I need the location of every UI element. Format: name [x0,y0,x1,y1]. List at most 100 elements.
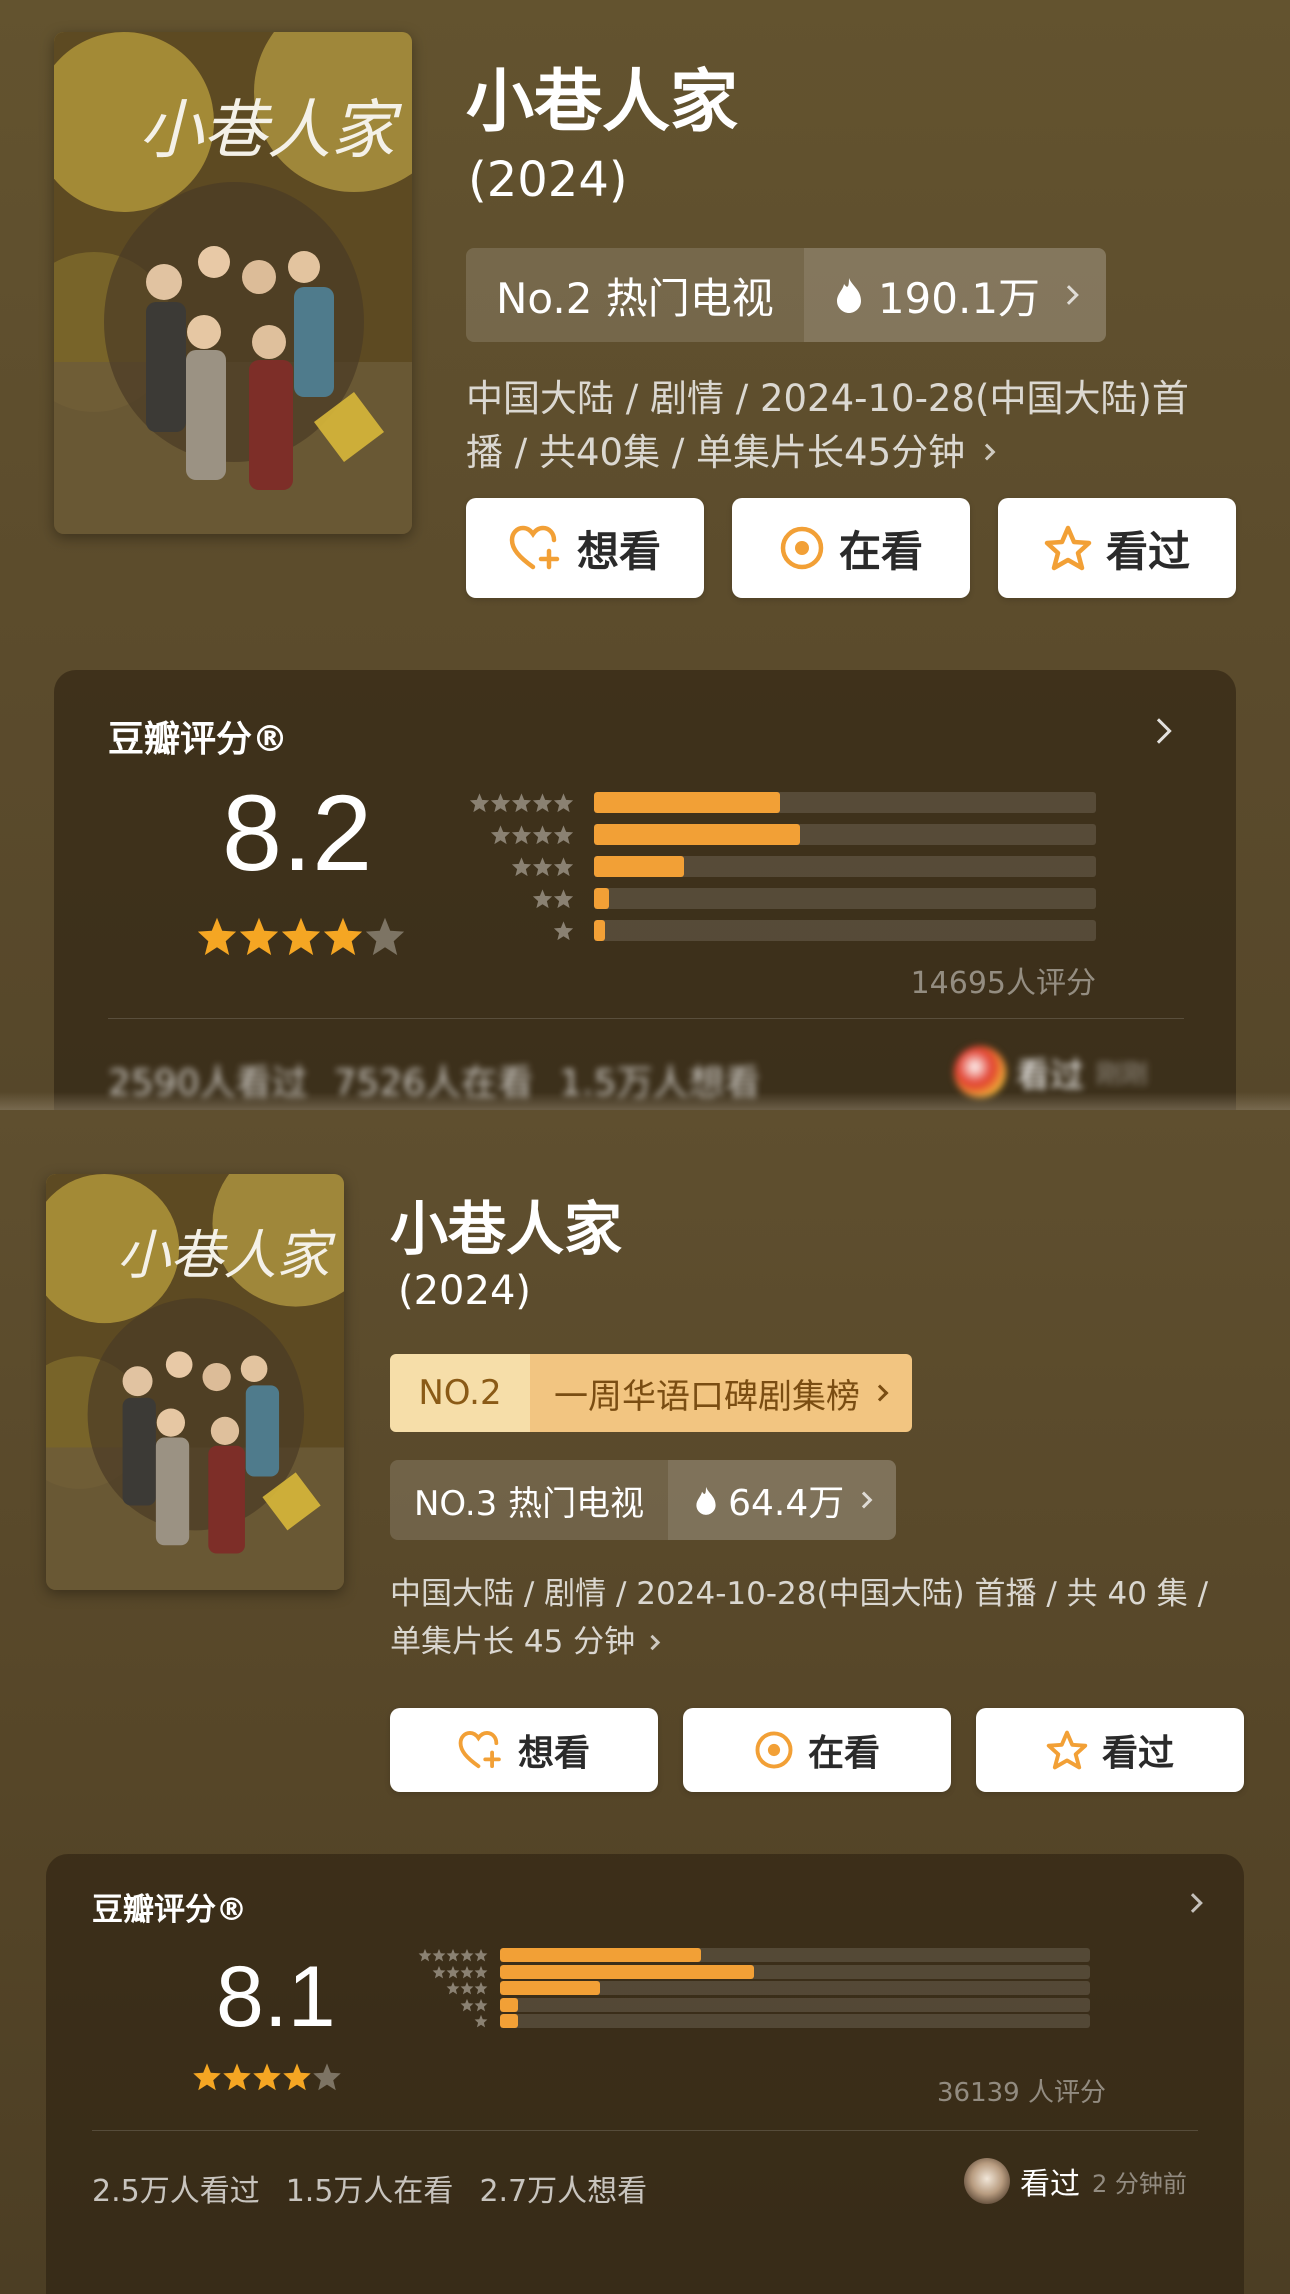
friend-activity[interactable]: 看过 2 分钟前 [964,2158,1187,2204]
badge-text-wrap: 一周华语口碑剧集榜 [530,1354,912,1432]
bar-fill [594,792,780,813]
star-level-label [450,888,574,909]
movie-meta[interactable]: 中国大陆 / 剧情 / 2024-10-28(中国大陆)首 播 / 共40集 /… [466,372,1256,479]
bar-fill [594,824,800,845]
friend-time: 2 分钟前 [1092,2169,1187,2198]
rating-title: 豆瓣评分® [108,719,289,760]
star-icon [282,2062,312,2095]
star-icon [532,857,553,877]
watched-button[interactable]: 看过 [998,498,1236,598]
meta-line-1: 中国大陆 / 剧情 / 2024-10-28(中国大陆) 首播 / 共 40 集… [390,1576,1209,1612]
bar-fill [500,1997,518,2012]
star-icon [511,793,532,813]
want-to-watch-button[interactable]: 想看 [466,498,704,598]
bar-track [594,792,1096,813]
svg-text:小巷人家: 小巷人家 [117,1225,337,1287]
rating-bar-5-star [384,1948,1090,1962]
poster-image[interactable]: 小巷人家 [54,32,412,534]
star-icon [322,916,364,960]
bar-fill [500,1981,601,1995]
rating-bar-3-star [450,856,1096,877]
star-icon [490,825,511,845]
release-year: (2024) [468,152,628,208]
chevron-right-icon [871,1384,889,1402]
watching-count[interactable]: 1.5万人在看 [286,2166,454,2210]
hot-tv-rank-pill[interactable]: No.2 热门电视 190.1万 [466,248,1107,342]
watched-button[interactable]: 看过 [976,1708,1244,1792]
watched-count[interactable]: 2.5万人看过 [92,2166,260,2210]
avatar [964,2158,1010,2204]
star-icon [553,857,574,877]
meta-line-1: 中国大陆 / 剧情 / 2024-10-28(中国大陆)首 [466,377,1189,420]
bar-track [594,888,1096,909]
bar-track [594,920,1096,941]
douban-rating-card[interactable]: 豆瓣评分® 8.2 14695人评分 2590人看过 7526人在看 1.5万人… [54,670,1236,1110]
bar-track [500,2014,1090,2028]
rating-title: 豆瓣评分® [92,1892,247,1928]
avatar [954,1046,1006,1098]
heart-plus-icon [458,1730,504,1770]
watching-label: 在看 [838,526,923,576]
watching-button[interactable]: 在看 [683,1708,951,1792]
star-icon [238,916,280,960]
star-icon [474,1998,488,2011]
star-icon [222,2062,252,2095]
rating-count: 36139 人评分 [937,2078,1106,2108]
bar-track [500,1964,1090,1979]
svg-text:小巷人家: 小巷人家 [139,94,403,168]
star-outline-icon [1044,525,1092,571]
star-icon [474,1965,488,1978]
want-count[interactable]: 2.7万人想看 [479,2166,647,2210]
rating-bar-2-star [384,1997,1090,2012]
divider [108,1018,1184,1019]
bar-fill [594,920,606,941]
watched-label: 看过 [1101,1733,1174,1774]
target-icon [779,525,825,571]
rank-label: No.2 热门电视 [496,273,774,323]
flame-icon [834,276,864,314]
rating-bar-4-star [384,1964,1090,1979]
star-icon [511,857,532,877]
star-icon [312,2062,342,2095]
friend-status: 看过 [1016,1055,1084,1096]
movie-title: 小巷人家 [466,63,739,142]
meta-line-2: 播 / 共40集 / 单集片长45分钟 [466,430,966,474]
poster-image[interactable]: 小巷人家 [46,1174,344,1590]
star-level-label [450,920,574,941]
chevron-right-icon[interactable] [1183,1893,1203,1913]
bar-track [594,824,1096,845]
hot-tv-rank-pill[interactable]: NO.3 热门电视 64.4万 [390,1460,897,1540]
bar-fill [500,2014,518,2028]
heart-plus-icon [509,525,563,571]
star-level-label [384,1981,488,1995]
chevron-right-icon[interactable] [1146,718,1172,744]
want-to-watch-button[interactable]: 想看 [390,1708,658,1792]
star-icon [280,916,322,960]
star-icon [460,1998,474,2011]
star-icon [553,793,574,813]
rating-bar-5-star [450,792,1096,813]
star-icon [469,793,490,813]
watching-button[interactable]: 在看 [732,498,970,598]
star-level-label [450,792,574,813]
bar-track [594,856,1096,877]
badge-text: 一周华语口碑剧集榜 [554,1376,860,1417]
star-icon [446,1981,460,1995]
star-level-label [450,856,574,877]
star-icon [553,889,574,909]
star-icon [553,921,574,941]
rating-bar-1-star [384,2014,1090,2028]
meta-line-2: 单集片长 45 分钟 [390,1624,636,1661]
movie-meta[interactable]: 中国大陆 / 剧情 / 2024-10-28(中国大陆) 首播 / 共 40 集… [390,1570,1250,1666]
star-icon [460,1948,474,1962]
star-icon [364,916,406,960]
star-icon [432,1965,446,1978]
heat-value: 64.4万 [728,1483,845,1524]
friend-activity[interactable]: 看过 刚刚 [954,1046,1148,1098]
star-icon [532,889,553,909]
weekly-chart-badge[interactable]: NO.2 一周华语口碑剧集榜 [390,1354,912,1432]
douban-rating-card[interactable]: 豆瓣评分® 8.1 36139 人评分 2.5万人看过 1.5万人在看 2.7万… [46,1854,1244,2294]
star-level-label [384,2014,488,2028]
watching-label: 在看 [807,1733,880,1774]
star-icon [252,2062,282,2095]
